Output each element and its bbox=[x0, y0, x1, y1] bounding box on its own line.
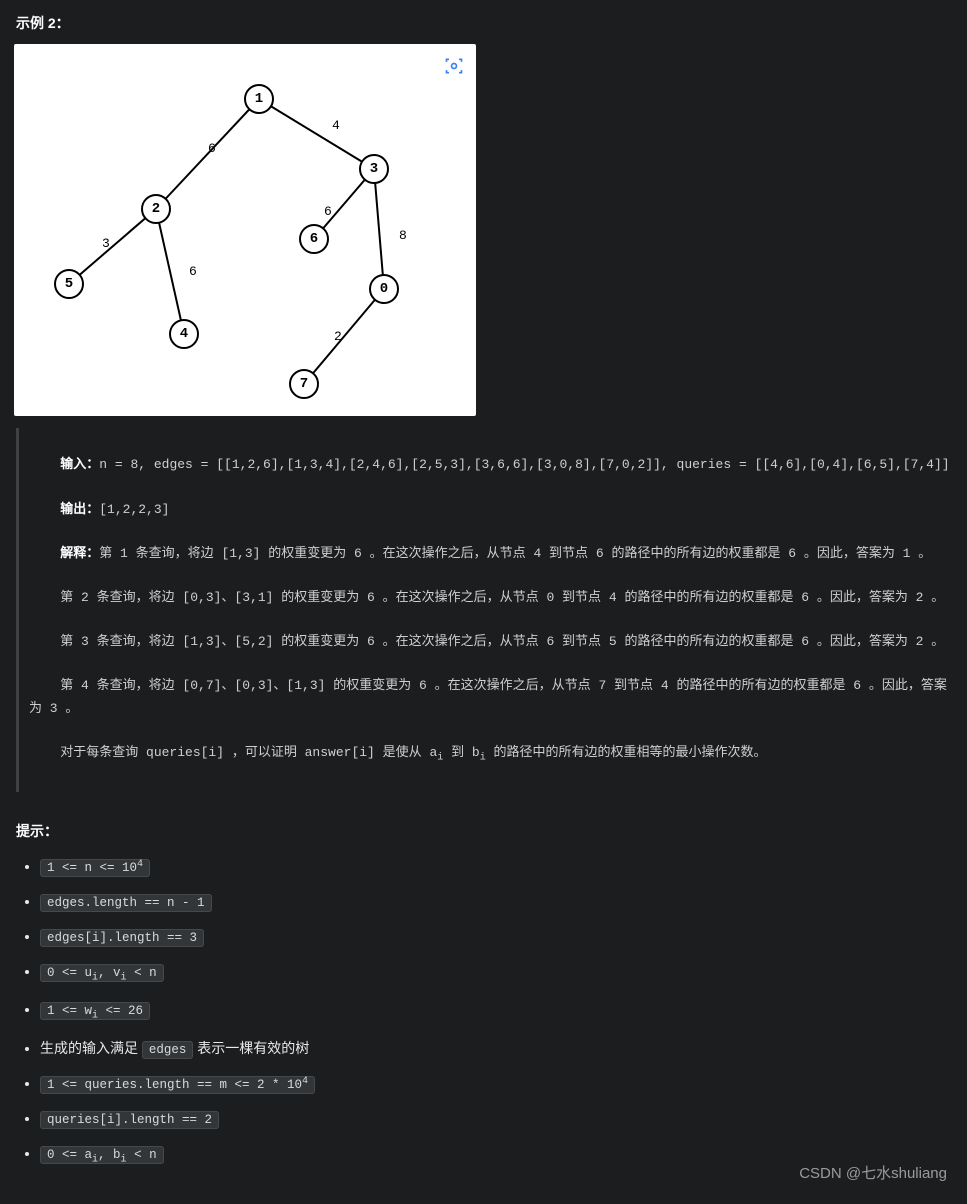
hint-item: 1 <= wi <= 26 bbox=[40, 998, 953, 1025]
hint-item: edges.length == n - 1 bbox=[40, 890, 953, 913]
hint-item: 0 <= ai, bi < n bbox=[40, 1142, 953, 1169]
hints-list: 1 <= n <= 104 edges.length == n - 1 edge… bbox=[14, 855, 953, 1169]
hint-item: 0 <= ui, vi < n bbox=[40, 960, 953, 987]
hints-title: 提示： bbox=[16, 820, 953, 842]
edge-weight: 4 bbox=[332, 116, 340, 137]
explain-line-3: 第 3 条查询，将边 [1,3]、[5,2] 的权重变更为 6 。在这次操作之后… bbox=[60, 634, 944, 649]
edge-weight: 3 bbox=[102, 234, 110, 255]
example-title: 示例 2： bbox=[16, 12, 953, 34]
explain-line-1: 第 1 条查询，将边 [1,3] 的权重变更为 6 。在这次操作之后，从节点 4… bbox=[99, 546, 931, 561]
explain-line-4: 第 4 条查询，将边 [0,7]、[0,3]、[1,3] 的权重变更为 6 。在… bbox=[29, 678, 947, 715]
example-io-block: 输入：n = 8, edges = [[1,2,6],[1,3,4],[2,4,… bbox=[16, 428, 953, 792]
explain-summary: 对于每条查询 queries[i] ，可以证明 answer[i] 是使从 ai… bbox=[60, 745, 766, 760]
edge-weight: 8 bbox=[399, 226, 407, 247]
edge-weight: 6 bbox=[324, 202, 332, 223]
input-text: n = 8, edges = [[1,2,6],[1,3,4],[2,4,6],… bbox=[99, 457, 949, 472]
edge-weight: 6 bbox=[189, 262, 197, 283]
edge-weight: 2 bbox=[334, 327, 342, 348]
hint-item: 生成的输入满足 edges 表示一棵有效的树 bbox=[40, 1037, 953, 1060]
hint-item: 1 <= queries.length == m <= 2 * 104 bbox=[40, 1072, 953, 1095]
output-label: 输出： bbox=[60, 502, 99, 517]
graph-image: 13265047 6436682 bbox=[14, 44, 476, 416]
output-text: [1,2,2,3] bbox=[99, 502, 169, 517]
explain-line-2: 第 2 条查询，将边 [0,3]、[3,1] 的权重变更为 6 。在这次操作之后… bbox=[60, 590, 944, 605]
edge-weight: 6 bbox=[208, 139, 216, 160]
hint-item: 1 <= n <= 104 bbox=[40, 855, 953, 878]
input-label: 输入： bbox=[60, 457, 99, 472]
hint-item: edges[i].length == 3 bbox=[40, 925, 953, 948]
explain-label: 解释： bbox=[60, 546, 99, 561]
hint-item: queries[i].length == 2 bbox=[40, 1107, 953, 1130]
